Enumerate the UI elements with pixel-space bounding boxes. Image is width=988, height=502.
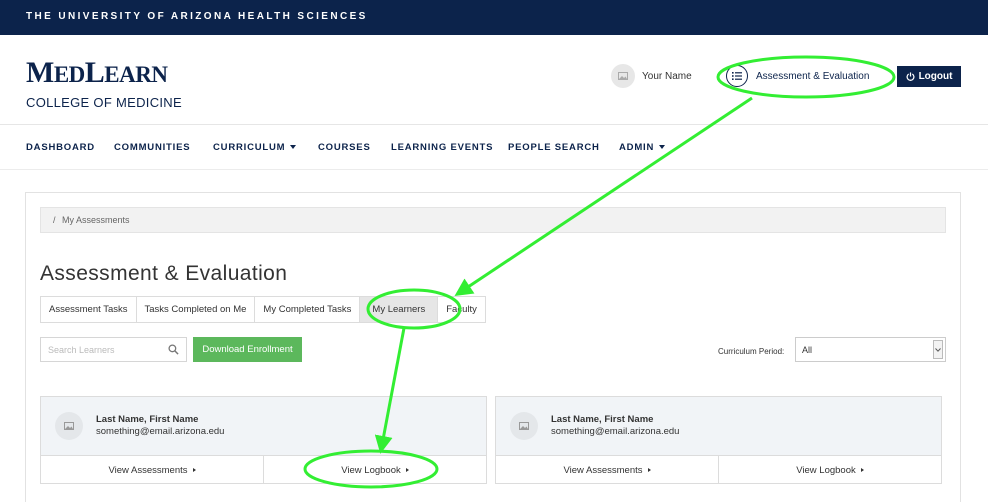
logout-label: Logout	[918, 71, 953, 82]
learner-card-header: Last Name, First Name something@email.ar…	[41, 397, 486, 456]
caret-right-icon	[405, 468, 409, 472]
learner-name: Last Name, First Name	[551, 414, 654, 425]
chevron-down-icon	[933, 340, 943, 359]
view-logbook-button[interactable]: View Logbook	[718, 456, 941, 484]
logout-button[interactable]: Logout	[897, 66, 961, 87]
caret-down-icon	[659, 145, 666, 150]
search-icon[interactable]	[168, 344, 179, 355]
nav-item-curriculum[interactable]: CURRICULUM	[213, 142, 297, 153]
learner-card-actions: View Assessments View Logbook	[41, 456, 486, 484]
image-placeholder-icon	[519, 422, 529, 430]
search-learners-box	[40, 337, 187, 362]
image-placeholder-icon	[64, 422, 74, 430]
tab-faculty[interactable]: Faculty	[438, 297, 485, 322]
tab-my-learners[interactable]: My Learners	[360, 297, 439, 322]
curriculum-period-value: All	[802, 345, 813, 355]
view-assessments-button[interactable]: View Assessments	[41, 456, 263, 484]
top-bar: THE UNIVERSITY OF ARIZONA HEALTH SCIENCE…	[0, 0, 988, 35]
medlearn-logo[interactable]: MEDLEARN COLLEGE OF MEDICINE	[26, 56, 182, 111]
breadcrumb-separator: /	[53, 215, 56, 225]
university-title: THE UNIVERSITY OF ARIZONA HEALTH SCIENCE…	[26, 11, 368, 22]
caret-right-icon	[647, 468, 651, 472]
curriculum-period-label: Curriculum Period:	[718, 347, 785, 356]
user-name[interactable]: Your Name	[642, 71, 692, 82]
tab-assessment-tasks[interactable]: Assessment Tasks	[41, 297, 137, 322]
search-learners-input[interactable]	[41, 338, 161, 361]
list-icon	[726, 65, 748, 87]
assessment-evaluation-link[interactable]: Assessment & Evaluation	[726, 65, 869, 87]
nav-divider-top	[0, 124, 988, 125]
image-placeholder-icon	[618, 72, 628, 80]
tab-tasks-completed-on-me[interactable]: Tasks Completed on Me	[137, 297, 256, 322]
page-title: Assessment & Evaluation	[40, 262, 288, 285]
learner-email: something@email.arizona.edu	[96, 426, 225, 437]
learner-name: Last Name, First Name	[96, 414, 199, 425]
learner-card-header: Last Name, First Name something@email.ar…	[496, 397, 941, 456]
curriculum-period-select[interactable]: All	[795, 337, 946, 362]
nav-item-dashboard[interactable]: DASHBOARD	[26, 142, 95, 153]
view-logbook-button[interactable]: View Logbook	[263, 456, 486, 484]
logo-subtitle: COLLEGE OF MEDICINE	[26, 95, 182, 110]
nav-item-courses[interactable]: COURSES	[318, 142, 371, 153]
download-enrollment-button[interactable]: Download Enrollment	[193, 337, 302, 362]
learner-card: Last Name, First Name something@email.ar…	[40, 396, 487, 484]
learner-avatar	[510, 412, 538, 440]
power-icon	[906, 72, 915, 81]
user-avatar[interactable]	[611, 64, 635, 88]
logo-wordmark: MEDLEARN	[26, 56, 168, 89]
nav-item-people-search[interactable]: PEOPLE SEARCH	[508, 142, 600, 153]
view-assessments-button[interactable]: View Assessments	[496, 456, 718, 484]
nav-item-admin[interactable]: ADMIN	[619, 142, 666, 153]
learner-card: Last Name, First Name something@email.ar…	[495, 396, 942, 484]
learner-card-actions: View Assessments View Logbook	[496, 456, 941, 484]
caret-right-icon	[192, 468, 196, 472]
assessment-evaluation-label: Assessment & Evaluation	[756, 70, 870, 82]
nav-item-communities[interactable]: COMMUNITIES	[114, 142, 190, 153]
assessment-tabs: Assessment Tasks Tasks Completed on Me M…	[40, 296, 486, 323]
nav-item-learning-events[interactable]: LEARNING EVENTS	[391, 142, 493, 153]
nav-divider-bottom	[0, 169, 988, 170]
breadcrumb: / My Assessments	[40, 207, 946, 233]
breadcrumb-current[interactable]: My Assessments	[62, 215, 130, 225]
caret-down-icon	[290, 145, 297, 150]
main-nav: DASHBOARD COMMUNITIES CURRICULUM COURSES…	[0, 126, 988, 168]
learner-avatar	[55, 412, 83, 440]
tab-my-completed-tasks[interactable]: My Completed Tasks	[255, 297, 361, 322]
learner-email: something@email.arizona.edu	[551, 426, 680, 437]
caret-right-icon	[860, 468, 864, 472]
